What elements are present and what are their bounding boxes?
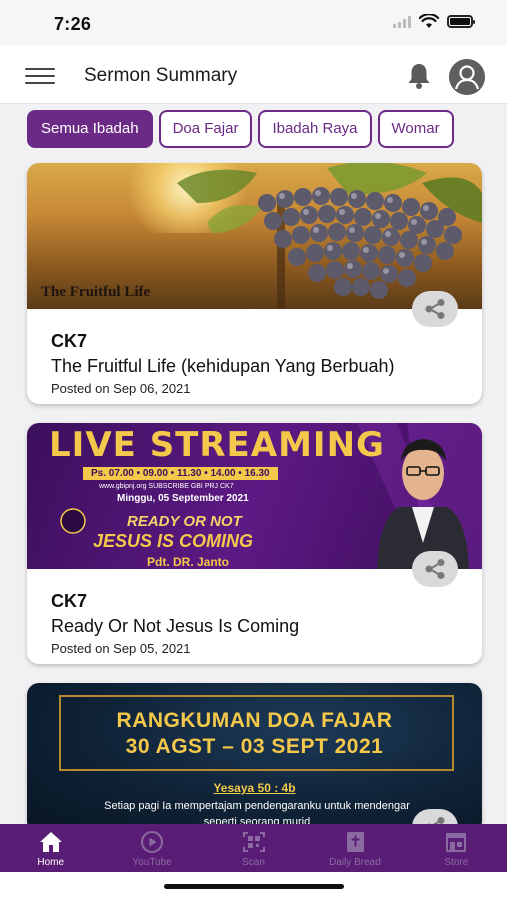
nav-label: YouTube [132, 857, 172, 868]
sermon-title: Ready Or Not Jesus Is Coming [51, 616, 300, 636]
live-subscribe-line: www.gbipnj.org SUBSCRIBE GBI PRJ CK7 [99, 483, 234, 490]
nav-youtube[interactable]: YouTube [101, 824, 202, 872]
sermon-title: The Fruitful Life (kehidupan Yang Berbua… [51, 356, 395, 376]
tab-women[interactable]: Womar [377, 110, 454, 148]
menu-icon[interactable] [25, 68, 55, 84]
home-indicator[interactable] [164, 884, 344, 889]
sermon-card-body: CK7 Ready Or Not Jesus Is Coming Posted … [27, 569, 482, 656]
live-tagline-1: READY OR NOT [127, 513, 242, 530]
sermon-thumbnail: RANGKUMAN DOA FAJAR 30 AGST – 03 SEPT 20… [27, 683, 482, 833]
share-icon [425, 559, 445, 579]
doa-title-frame [59, 695, 454, 771]
status-bar: 7:26 [0, 0, 507, 46]
live-tagline-2: JESUS IS COMING [93, 531, 254, 551]
cellular-signal-icon [393, 15, 411, 28]
store-icon [446, 833, 467, 852]
nav-store[interactable]: Store [406, 824, 507, 872]
nav-home[interactable]: Home [0, 824, 101, 872]
qr-scan-icon [242, 832, 265, 852]
share-button[interactable] [412, 291, 458, 327]
bible-icon [346, 832, 364, 852]
share-button[interactable] [412, 551, 458, 587]
nav-label: Store [444, 857, 469, 868]
bottom-navigation: Home YouTube Scan Daily Bread Store [0, 824, 507, 872]
doa-verse: Yesaya 50 : 4b [213, 781, 296, 795]
live-pastor: Pdt. DR. Janto [147, 555, 230, 569]
sermon-thumbnail: The Fruitful Life [27, 163, 482, 309]
tab-ibadah-raya[interactable]: Ibadah Raya [258, 110, 372, 148]
status-time: 7:26 [54, 14, 92, 34]
live-headline: LIVE STREAMING [49, 425, 385, 465]
tab-doa-fajar[interactable]: Doa Fajar [158, 110, 253, 148]
sermon-card[interactable]: RANGKUMAN DOA FAJAR 30 AGST – 03 SEPT 20… [27, 683, 482, 833]
bell-icon[interactable] [403, 60, 435, 92]
filter-tabs: Semua Ibadah Doa Fajar Ibadah Raya Womar [0, 110, 483, 150]
doa-title-line2: 30 AGST – 03 SEPT 2021 [125, 735, 384, 758]
nav-label: Home [37, 857, 65, 868]
sermon-card[interactable]: LIVE STREAMING Ps. 07.00 • 09.00 • 11.30… [27, 423, 482, 664]
live-date: Minggu, 05 September 2021 [117, 493, 249, 504]
home-icon [39, 832, 62, 852]
share-icon [425, 299, 445, 319]
nav-daily-bread[interactable]: Daily Bread [304, 824, 405, 872]
system-indicators [393, 14, 475, 29]
wifi-icon [419, 14, 439, 28]
thumbnail-caption: The Fruitful Life [41, 284, 151, 300]
sermon-date: Posted on Sep 06, 2021 [51, 381, 191, 396]
live-service-times: Ps. 07.00 • 09.00 • 11.30 • 14.00 • 16.3… [83, 467, 278, 480]
sermon-card-body: CK7 The Fruitful Life (kehidupan Yang Be… [27, 309, 482, 396]
sermon-thumbnail: LIVE STREAMING Ps. 07.00 • 09.00 • 11.30… [27, 423, 482, 569]
app-bar: Sermon Summary [0, 46, 507, 104]
doa-title-line1: RANGKUMAN DOA FAJAR [116, 709, 393, 732]
sermon-church: CK7 [51, 591, 88, 611]
sermon-church: CK7 [51, 331, 88, 351]
sermon-date: Posted on Sep 05, 2021 [51, 641, 191, 656]
profile-avatar-icon[interactable] [449, 59, 485, 95]
nav-label: Scan [242, 857, 265, 868]
play-icon [141, 831, 164, 853]
battery-icon [447, 15, 475, 28]
sermon-card[interactable]: The Fruitful Life CK7 The Fruitful Life … [27, 163, 482, 404]
tab-semua-ibadah[interactable]: Semua Ibadah [27, 110, 153, 148]
page-title: Sermon Summary [84, 65, 238, 86]
nav-scan[interactable]: Scan [203, 824, 304, 872]
nav-label: Daily Bread [329, 857, 381, 868]
